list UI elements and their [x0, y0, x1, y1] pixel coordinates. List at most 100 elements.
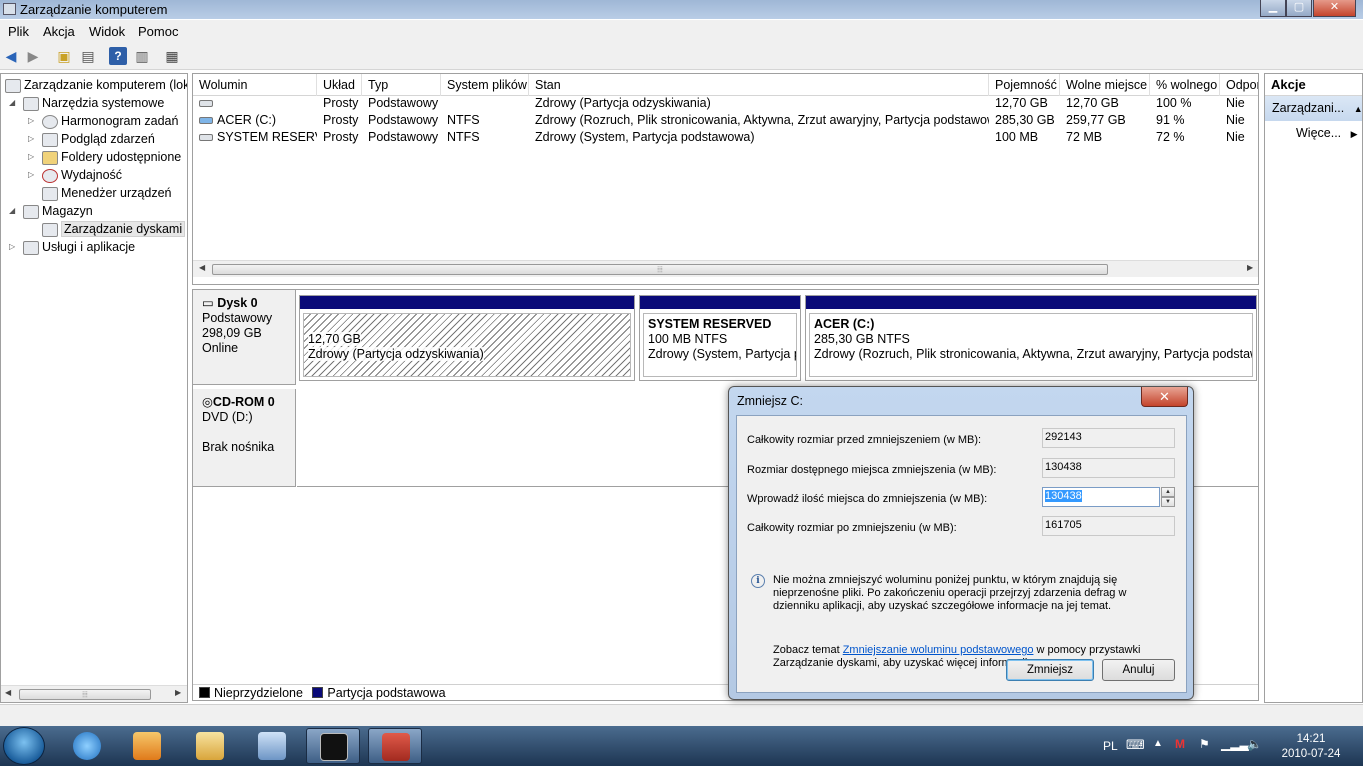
type-cell: Podstawowy [368, 113, 439, 127]
taskbar-computer-management[interactable] [368, 728, 422, 764]
legend-swatch-unallocated [199, 687, 210, 698]
keyboard-icon[interactable]: ⌨ [1126, 737, 1145, 753]
tree-performance[interactable]: ▷ Wydajność [28, 166, 122, 184]
tree-root[interactable]: Zarządzanie komputerem (loka [5, 76, 187, 94]
language-indicator[interactable]: PL [1103, 739, 1118, 753]
actions-section-disk-management[interactable]: Zarządzani... ▲ [1265, 96, 1363, 121]
tree-task-scheduler[interactable]: ▷ Harmonogram zadań [28, 112, 178, 130]
tree-device-manager[interactable]: Menedżer urządzeń [42, 184, 171, 202]
tree-horizontal-scrollbar[interactable]: ◀ ⦙⦙⦙ ▶ [1, 685, 187, 702]
menu-help[interactable]: Pomoc [138, 24, 178, 39]
show-hidden-icons-icon[interactable]: ▲ [1153, 738, 1163, 749]
antivirus-icon[interactable]: M [1175, 737, 1185, 751]
taskbar-tools[interactable] [245, 728, 299, 764]
menu-view[interactable]: Widok [89, 24, 125, 39]
taskbar-explorer[interactable] [183, 728, 237, 764]
partition-state: Zdrowy (System, Partycja po [648, 347, 797, 361]
forward-icon[interactable]: ▶ [24, 47, 42, 65]
column-header-capacity[interactable]: Pojemność [989, 74, 1060, 96]
spin-up-icon[interactable]: ▲ [1161, 487, 1175, 497]
tree-storage[interactable]: ◢ Magazyn [9, 202, 93, 220]
shrink-amount-input[interactable]: 130438 [1042, 487, 1160, 507]
info-text: Nie można zmniejszyć woluminu poniżej pu… [773, 574, 1127, 612]
tree-shared-folders[interactable]: ▷ Foldery udostępnione [28, 148, 181, 166]
scrollbar-thumb[interactable]: ⦙⦙⦙ [19, 689, 151, 700]
folder-icon [196, 732, 224, 760]
available-value: 130438 [1042, 458, 1175, 478]
column-header-fault-tolerance[interactable]: Odpor [1220, 74, 1258, 96]
tree-event-viewer[interactable]: ▷ Podgląd zdarzeń [28, 130, 155, 148]
cancel-button[interactable]: Anuluj [1102, 659, 1175, 681]
scroll-right-icon[interactable]: ▶ [175, 688, 181, 697]
cdrom-name: CD-ROM 0 [212, 395, 275, 409]
column-header-filesystem[interactable]: System plików [441, 74, 529, 96]
expanded-arrow-icon[interactable]: ◢ [9, 202, 19, 220]
column-header-free-space[interactable]: Wolne miejsce [1060, 74, 1150, 96]
partition-system-reserved[interactable]: SYSTEM RESERVED 100 MB NTFS Zdrowy (Syst… [639, 295, 801, 381]
close-button[interactable]: ✕ [1313, 0, 1356, 17]
partition-recovery[interactable]: 12,70 GB Zdrowy (Partycja odzyskiwania) [299, 295, 635, 381]
menu-bar: Plik Akcja Widok Pomoc [0, 20, 1363, 43]
collapsed-arrow-icon[interactable]: ▷ [28, 130, 38, 148]
collapse-arrow-icon[interactable]: ▲ [1354, 104, 1363, 114]
column-header-status[interactable]: Stan [529, 74, 989, 96]
table-row[interactable]: Prosty Podstawowy Zdrowy (Partycja odzys… [193, 95, 1258, 112]
shrink-button[interactable]: Zmniejsz [1006, 659, 1094, 681]
scrollbar-thumb[interactable]: ⦙⦙⦙ [212, 264, 1108, 275]
shrink-amount-label: Wprowadź ilość miejsca do zmniejszenia (… [747, 493, 988, 505]
expanded-arrow-icon[interactable]: ◢ [9, 94, 19, 112]
partition-acer-c[interactable]: ACER (C:) 285,30 GB NTFS Zdrowy (Rozruch… [805, 295, 1257, 381]
partition-body: 12,70 GB Zdrowy (Partycja odzyskiwania) [303, 313, 631, 377]
shrink-amount-stepper[interactable]: ▲ ▼ [1161, 487, 1175, 507]
partition-state: Zdrowy (Rozruch, Plik stronicowania, Akt… [814, 347, 1253, 361]
column-header-layout[interactable]: Układ [317, 74, 362, 96]
fault-tolerance-cell: Nie [1226, 96, 1245, 110]
filesystem-cell: NTFS [447, 130, 480, 144]
help-icon[interactable]: ? [109, 47, 127, 65]
tree-services-apps[interactable]: ▷ Usługi i aplikacje [9, 238, 135, 256]
volume-list-horizontal-scrollbar[interactable]: ◀ ⦙⦙⦙ ▶ [193, 260, 1258, 277]
clock[interactable]: 14:21 2010-07-24 [1276, 732, 1346, 762]
dialog-close-button[interactable]: ✕ [1141, 387, 1188, 407]
volume-icon[interactable]: 🔈 [1247, 737, 1262, 751]
collapsed-arrow-icon[interactable]: ▷ [28, 112, 38, 130]
menu-action[interactable]: Akcja [43, 24, 75, 39]
column-header-volume[interactable]: Wolumin [193, 74, 317, 96]
maximize-button[interactable]: ▢ [1286, 0, 1312, 17]
start-button[interactable] [3, 727, 45, 765]
scroll-left-icon[interactable]: ◀ [5, 688, 11, 697]
spin-down-icon[interactable]: ▼ [1161, 497, 1175, 507]
taskbar-internet-explorer[interactable] [60, 728, 114, 764]
show-hide-tree-icon[interactable]: ▤ [79, 47, 97, 65]
collapsed-arrow-icon[interactable]: ▷ [28, 148, 38, 166]
minimize-button[interactable]: ▁ [1260, 0, 1286, 17]
action-center-icon[interactable]: ⚑ [1199, 737, 1210, 751]
menu-file[interactable]: Plik [8, 24, 29, 39]
properties-icon[interactable]: ▦ [163, 47, 181, 65]
collapsed-arrow-icon[interactable]: ▷ [28, 166, 38, 184]
collapsed-arrow-icon[interactable]: ▷ [9, 238, 19, 256]
show-hide-action-pane-icon[interactable]: ▥ [133, 47, 151, 65]
column-header-percent-free[interactable]: % wolnego [1150, 74, 1220, 96]
table-row[interactable]: ACER (C:) Prosty Podstawowy NTFS Zdrowy … [193, 112, 1258, 129]
column-header-type[interactable]: Typ [362, 74, 441, 96]
cdrom-0-label[interactable]: ◎CD-ROM 0 DVD (D:) Brak nośnika [193, 389, 296, 487]
scroll-left-icon[interactable]: ◀ [199, 263, 205, 272]
actions-more[interactable]: Więce... ▶ [1265, 121, 1362, 145]
help-topic-link[interactable]: Zmniejszanie woluminu podstawowego [843, 644, 1034, 656]
window-title: Zarządzanie komputerem [20, 2, 168, 17]
taskbar-command-prompt[interactable] [306, 728, 360, 764]
up-folder-icon[interactable]: ▣ [55, 47, 73, 65]
taskbar-media-player[interactable] [120, 728, 174, 764]
network-icon[interactable]: ▁▂▃ [1221, 737, 1249, 751]
table-row[interactable]: SYSTEM RESERVED Prosty Podstawowy NTFS Z… [193, 129, 1258, 146]
shrink-amount-value: 130438 [1045, 490, 1082, 502]
tree-system-tools[interactable]: ◢ Narzędzia systemowe [9, 94, 164, 112]
disk-0-label[interactable]: ▭ Dysk 0 Podstawowy 298,09 GB Online [193, 290, 296, 385]
layout-cell: Prosty [323, 130, 359, 144]
tree-disk-management[interactable]: Zarządzanie dyskami [42, 220, 186, 238]
scroll-right-icon[interactable]: ▶ [1247, 263, 1253, 272]
services-icon [23, 240, 39, 255]
back-icon[interactable]: ◀ [2, 47, 20, 65]
free-space-cell: 259,77 GB [1066, 113, 1126, 127]
